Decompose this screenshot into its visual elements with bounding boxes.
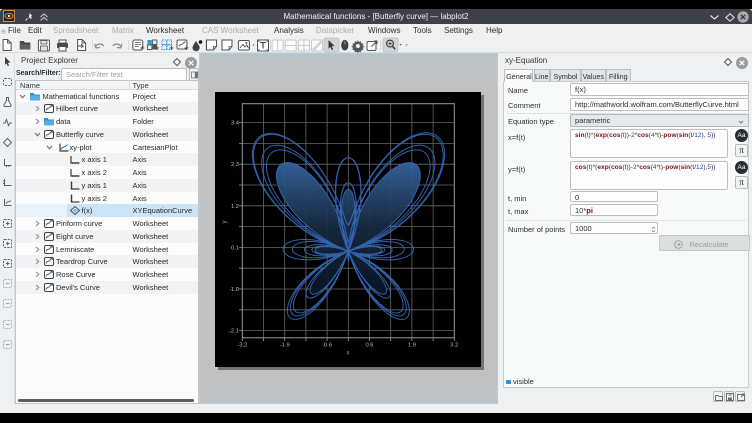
svg-text:1.2: 1.2 [231, 204, 239, 210]
svg-text:-3.2: -3.2 [237, 343, 247, 349]
svg-text:x: x [347, 351, 350, 357]
svg-text:-0.6: -0.6 [322, 343, 332, 349]
svg-text:0.6: 0.6 [365, 343, 373, 349]
svg-text:2.3: 2.3 [231, 162, 239, 168]
svg-text:-1.0: -1.0 [229, 287, 239, 293]
svg-text:3.2: 3.2 [450, 343, 458, 349]
svg-text:1.9: 1.9 [408, 343, 416, 349]
svg-text:y: y [222, 221, 228, 224]
svg-text:0.1: 0.1 [231, 245, 239, 251]
svg-text:-2.1: -2.1 [229, 329, 239, 335]
svg-text:3.4: 3.4 [231, 121, 240, 127]
svg-text:-1.9: -1.9 [280, 343, 290, 349]
